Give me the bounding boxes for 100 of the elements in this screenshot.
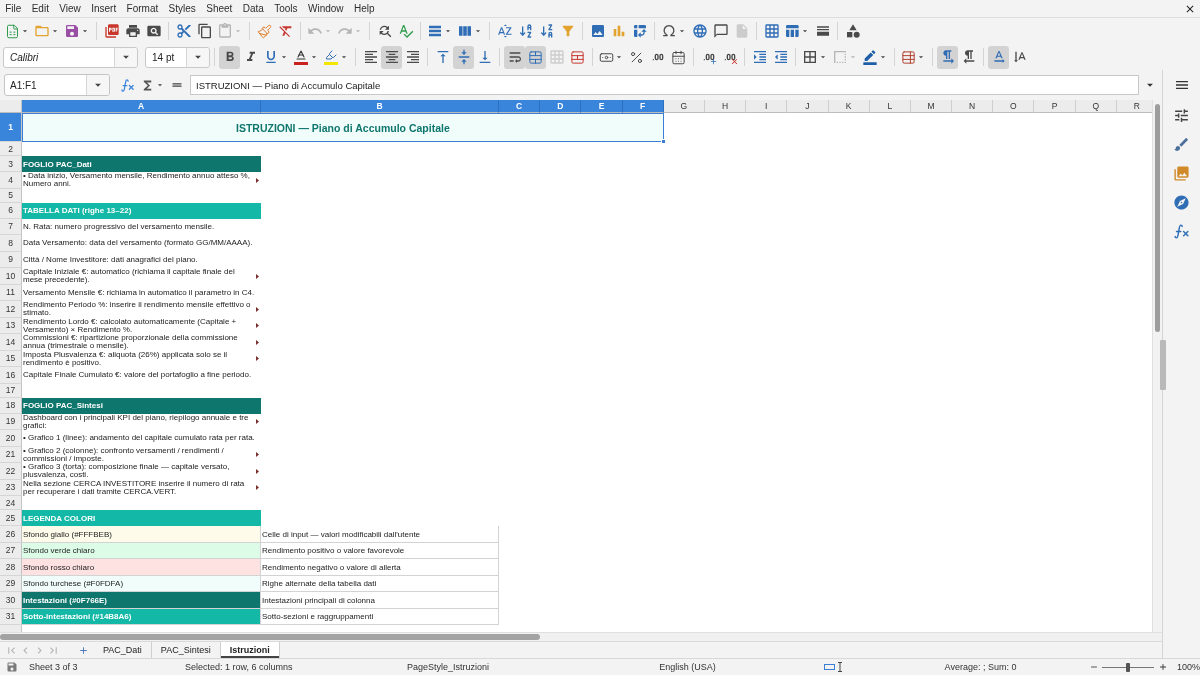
zoom-slider-thumb[interactable] — [1126, 662, 1130, 672]
align-middle-button[interactable] — [453, 45, 474, 69]
title-text: ISTRUZIONI — Piano di Accumulo Capitale — [236, 121, 450, 134]
vertical-scrollbar[interactable] — [1152, 100, 1162, 632]
scrollbar-thumb[interactable] — [1155, 104, 1160, 332]
column-header[interactable]: P — [1034, 100, 1076, 113]
text-language[interactable]: English (USA) — [659, 662, 716, 672]
image-icon — [589, 23, 606, 39]
scrollbar-thumb[interactable] — [0, 634, 540, 640]
underline-icon — [263, 49, 279, 65]
cell-text: • Data inizio, Versamento mensile, Rendimento annuo atteso %, Numero anni. — [23, 172, 251, 189]
column-header[interactable]: C — [499, 100, 541, 113]
align-center-icon — [383, 49, 400, 65]
row-header[interactable]: 26 — [0, 526, 22, 543]
column-header[interactable]: E — [581, 100, 623, 113]
row-header[interactable]: 14 — [0, 334, 22, 351]
legend-sample-cell: Sfondo giallo (#FFFBEB) — [22, 526, 261, 543]
zoom-percentage: 100% — [1177, 662, 1200, 672]
cell-text: Rendimento Periodo %: inserire il rendimento mensile effettivo o stimato. — [23, 301, 252, 318]
column-header[interactable]: D — [540, 100, 582, 113]
merge-center-button[interactable] — [525, 45, 546, 69]
row-header[interactable]: 2 — [0, 142, 22, 156]
compass-icon — [1173, 194, 1190, 211]
column-header[interactable]: N — [952, 100, 994, 113]
indent-increase-icon — [751, 49, 768, 65]
column-header[interactable]: K — [828, 100, 870, 113]
name-box[interactable]: A1:F1 — [4, 74, 110, 96]
column-header[interactable]: A — [22, 100, 261, 113]
sheet-tab[interactable]: PAC_Dati — [94, 642, 152, 658]
row-header[interactable]: 20 — [0, 430, 22, 447]
font-size-field[interactable]: 14 pt — [145, 46, 210, 68]
column-header[interactable]: G — [663, 100, 705, 113]
column-header[interactable]: M — [910, 100, 953, 113]
table-rows-icon — [427, 23, 443, 39]
grid-icon — [548, 49, 565, 65]
borders-icon — [802, 49, 818, 65]
column-header[interactable]: L — [869, 100, 911, 113]
formula-input[interactable]: ISTRUZIONI — Piano di Accumulo Capitale — [190, 75, 1139, 95]
cell-text: Versamento Mensile €: richiama in automatico il parametro in C4. — [23, 288, 255, 297]
title-cell[interactable]: ISTRUZIONI — Piano di Accumulo Capitale — [22, 113, 664, 142]
selection-mode-icon[interactable] — [824, 662, 844, 672]
menu-item[interactable]: Edit — [26, 0, 55, 17]
folder-icon — [34, 23, 50, 39]
row-header[interactable]: 24 — [0, 496, 22, 510]
menu-item[interactable]: Insert — [86, 0, 122, 17]
row-header[interactable]: 12 — [0, 301, 22, 318]
cell-text: Capitale Finale Cumulato €: valore del portafoglio a fine periodo. — [23, 371, 252, 380]
bold-button[interactable] — [219, 45, 240, 69]
row-header[interactable]: 1 — [0, 113, 22, 142]
section-header: TABELLA DATI (righe 13–22) — [22, 202, 261, 219]
row-header[interactable]: 22 — [0, 463, 22, 480]
menu-item[interactable]: Window — [302, 0, 349, 17]
menu-item[interactable]: Styles — [163, 0, 202, 17]
cell-text: Capitale Iniziale €: automatico (richiama il capitale finale del mese precedente). — [23, 268, 236, 285]
row-header[interactable]: 4 — [0, 172, 22, 189]
column-header[interactable]: B — [261, 100, 499, 113]
section-header: FOGLIO PAC_Sintesi — [22, 397, 261, 414]
row-header[interactable]: 10 — [0, 268, 22, 285]
row-header[interactable]: 8 — [0, 235, 22, 252]
menu-item[interactable]: Data — [237, 0, 270, 17]
pencil-icon — [862, 49, 878, 65]
photos-icon — [1173, 165, 1190, 182]
column-header[interactable]: F — [622, 100, 664, 113]
menu-item[interactable]: View — [54, 0, 86, 17]
globe-icon — [691, 23, 708, 39]
column-header[interactable]: J — [787, 100, 829, 113]
row-header[interactable]: 16 — [0, 367, 22, 384]
page-style: PageStyle_Istruzioni — [407, 662, 490, 672]
sheet-tab[interactable]: Istruzioni — [220, 642, 280, 658]
row-header[interactable]: 25 — [0, 510, 22, 526]
horizontal-text-button[interactable] — [988, 45, 1009, 69]
align-center-button[interactable] — [381, 45, 402, 69]
sidebar-handle[interactable] — [1160, 340, 1166, 390]
calendar-icon — [671, 49, 686, 65]
menu-item[interactable]: Tools — [269, 0, 303, 17]
menu-item[interactable]: Help — [348, 0, 380, 17]
sort-alpha-icon — [496, 23, 513, 39]
column-header[interactable]: H — [704, 100, 747, 113]
wrap-text-button[interactable] — [504, 45, 525, 69]
column-header[interactable]: O — [993, 100, 1035, 113]
shapes-icon — [844, 23, 861, 39]
column-header[interactable]: Q — [1075, 100, 1117, 113]
row-header[interactable]: 28 — [0, 559, 22, 576]
sheet-tab[interactable]: PAC_Sintesi — [151, 642, 221, 658]
horizontal-scrollbar[interactable] — [0, 632, 1162, 641]
left-to-right-button[interactable] — [937, 45, 958, 69]
legend-description-cell: Celle di input — valori modificabili dall'utente — [261, 526, 499, 543]
row-header[interactable]: 30 — [0, 592, 22, 609]
cell-text: Data Versamento: data del versamento (formato GG/MM/AAAA). — [23, 239, 253, 248]
row-header[interactable]: 3 — [0, 156, 22, 172]
font-name-field[interactable]: Calibri — [3, 46, 138, 68]
align-left-icon — [362, 49, 379, 65]
menu-item[interactable]: File — [0, 0, 27, 17]
menu-item[interactable]: Sheet — [201, 0, 238, 17]
column-header[interactable]: R — [1116, 100, 1152, 113]
fill-handle[interactable] — [660, 139, 666, 144]
pivot-table-icon — [631, 23, 648, 39]
merge-cells-icon — [528, 49, 543, 65]
column-header[interactable]: I — [746, 100, 788, 113]
menu-item[interactable]: Format — [121, 0, 164, 17]
